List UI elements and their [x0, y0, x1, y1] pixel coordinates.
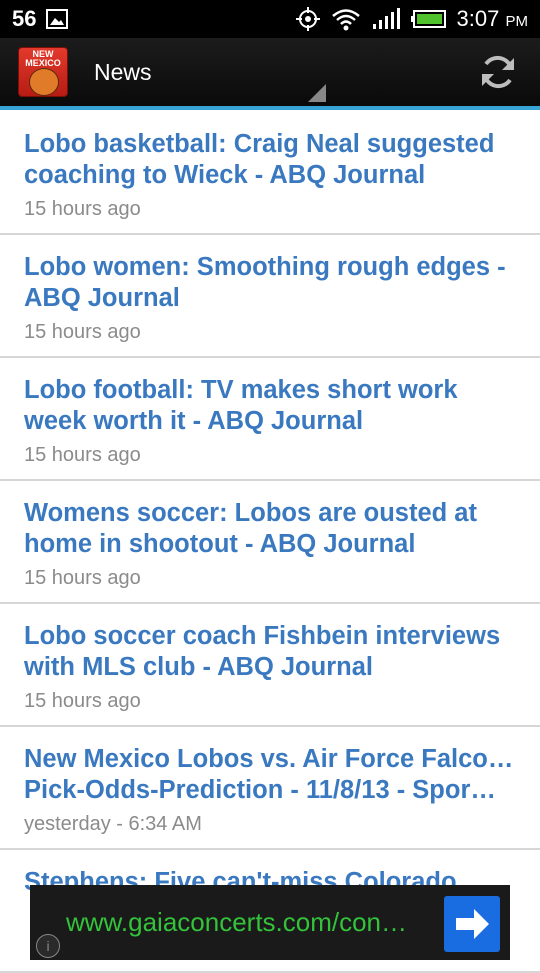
news-time: 15 hours ago: [24, 690, 141, 712]
news-time: 15 hours ago: [24, 198, 141, 220]
clock-time: 3:07: [456, 6, 500, 31]
basketball-icon: [29, 68, 59, 96]
news-title: Lobo women: Smoothing rough edges - ABQ …: [24, 253, 506, 312]
wifi-icon: [331, 7, 361, 31]
news-title: Lobo basketball: Craig Neal suggested co…: [24, 130, 495, 189]
news-title-line: New Mexico Lobos vs. Air Force Falcons: [24, 745, 516, 773]
battery-icon: [410, 9, 447, 29]
status-bar: 56 3:07 PM: [0, 0, 540, 38]
news-item[interactable]: New Mexico Lobos vs. Air Force Falcons P…: [0, 727, 540, 850]
news-time: 15 hours ago: [24, 321, 141, 343]
news-item[interactable]: Lobo soccer coach Fishbein interviews wi…: [0, 604, 540, 727]
app-logo[interactable]: NEW MEXICO: [18, 47, 68, 97]
news-item[interactable]: Womens soccer: Lobos are ousted at home …: [0, 481, 540, 604]
news-time: yesterday - 6:34 AM: [24, 813, 202, 835]
news-item[interactable]: Lobo football: TV makes short work week …: [0, 358, 540, 481]
logo-text: NEW MEXICO: [25, 49, 61, 68]
clock-ampm: PM: [505, 13, 529, 30]
news-title: New Mexico Lobos vs. Air Force Falcons P…: [24, 744, 516, 806]
news-list[interactable]: Lobo basketball: Craig Neal suggested co…: [0, 112, 540, 973]
signal-icon: [371, 7, 401, 31]
news-item[interactable]: Lobo women: Smoothing rough edges - ABQ …: [0, 235, 540, 358]
action-bar: NEW MEXICO News: [0, 38, 540, 106]
picture-icon: [46, 9, 69, 29]
arrow-right-icon[interactable]: [444, 896, 500, 952]
info-icon[interactable]: i: [36, 934, 60, 958]
news-title-line: Pick-Odds-Prediction - 11/8/13 - Spor…: [24, 776, 496, 804]
news-title: Lobo football: TV makes short work week …: [24, 376, 458, 435]
page-title[interactable]: News: [94, 59, 152, 86]
news-time: 15 hours ago: [24, 444, 141, 466]
ad-banner[interactable]: www.gaiaconcerts.com/con…: [30, 885, 510, 960]
gps-icon: [295, 6, 321, 32]
accent-divider: [0, 106, 540, 110]
news-time: 15 hours ago: [24, 567, 141, 589]
ad-url[interactable]: www.gaiaconcerts.com/con…: [66, 907, 456, 938]
news-title: Womens soccer: Lobos are ousted at home …: [24, 499, 477, 558]
dropdown-indicator-icon[interactable]: [308, 84, 326, 102]
refresh-icon[interactable]: [478, 52, 518, 92]
news-item[interactable]: Lobo basketball: Craig Neal suggested co…: [0, 112, 540, 235]
news-title: Lobo soccer coach Fishbein interviews wi…: [24, 622, 501, 681]
notification-count: 56: [12, 6, 37, 31]
